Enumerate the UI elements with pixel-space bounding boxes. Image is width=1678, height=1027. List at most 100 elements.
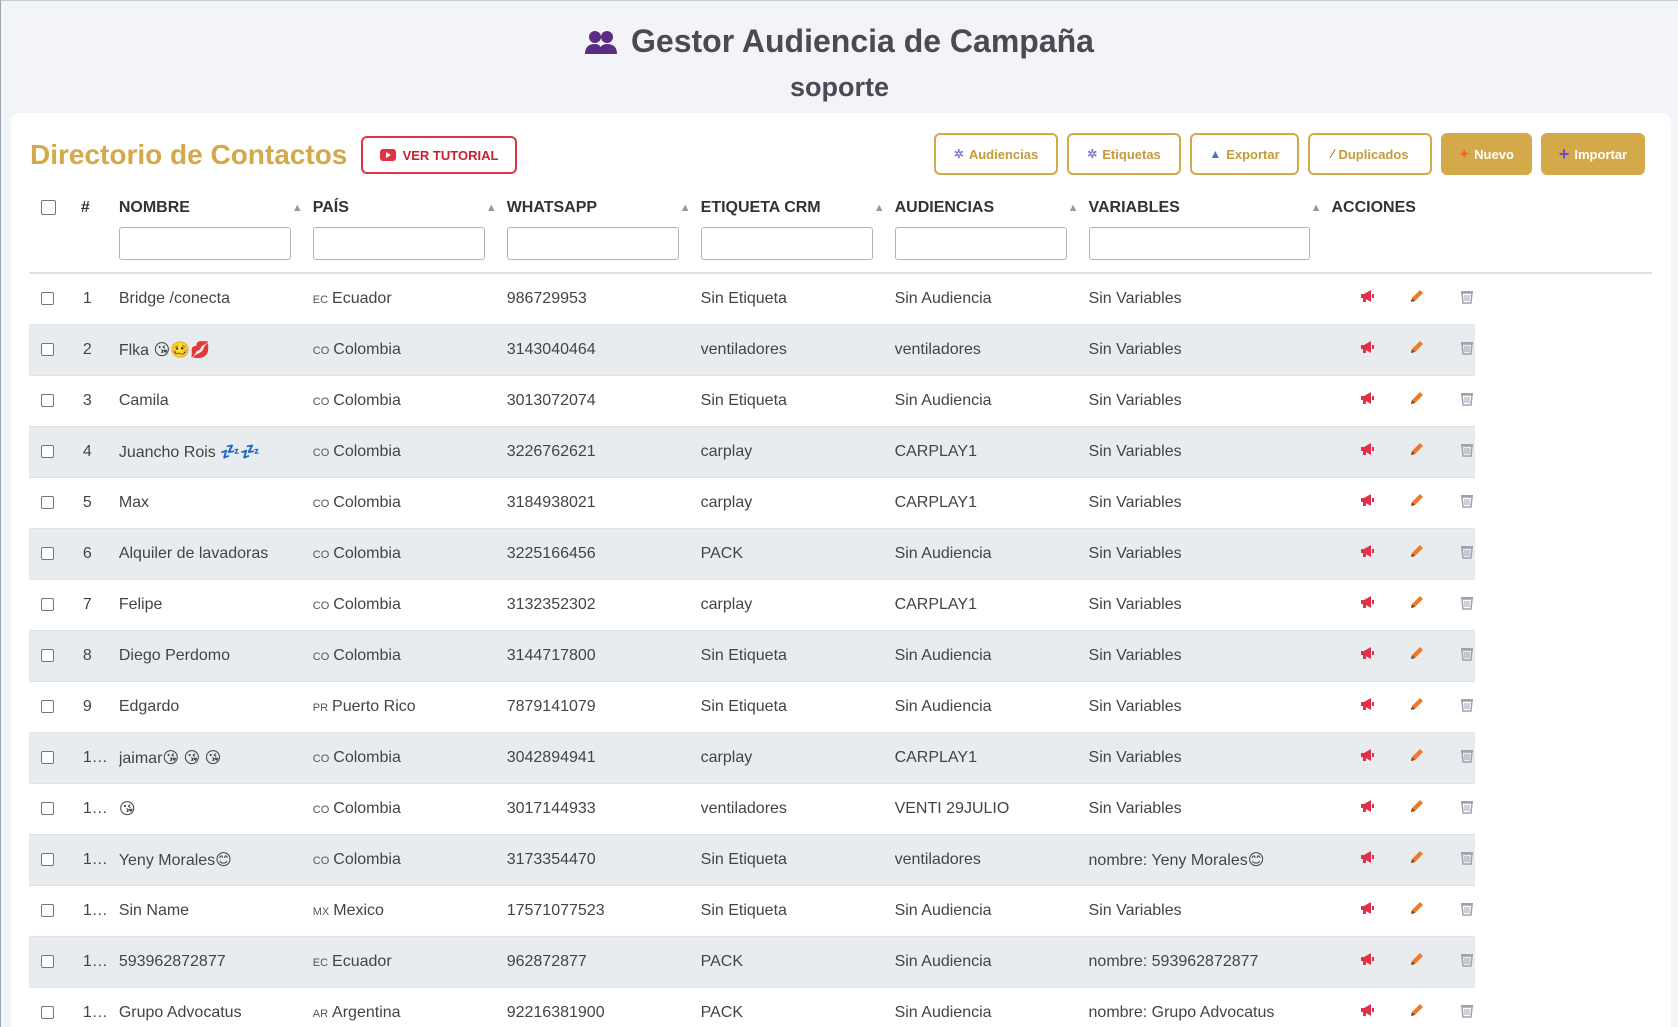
- trash-icon[interactable]: [1459, 645, 1475, 666]
- megaphone-icon[interactable]: [1359, 492, 1375, 513]
- row-num: 9: [67, 681, 119, 733]
- pencil-icon[interactable]: [1409, 900, 1425, 921]
- pencil-icon[interactable]: [1409, 492, 1425, 513]
- trash-icon[interactable]: [1459, 747, 1475, 768]
- row-whatsapp: 3132352302: [506, 579, 701, 631]
- row-nombre: jaimar😘 😘 😘: [118, 732, 313, 784]
- sort-icon[interactable]: ▲: [1311, 202, 1322, 214]
- megaphone-icon[interactable]: [1359, 339, 1375, 360]
- row-checkbox[interactable]: [41, 699, 54, 713]
- filter-etiqueta-input[interactable]: [700, 227, 873, 260]
- exportar-button[interactable]: ▲ Exportar: [1190, 133, 1299, 175]
- pencil-icon[interactable]: [1409, 390, 1425, 411]
- country-code: CO: [312, 752, 330, 765]
- filter-audiencias-input[interactable]: [894, 227, 1067, 260]
- megaphone-icon[interactable]: [1359, 543, 1375, 564]
- sort-icon[interactable]: ▲: [680, 202, 691, 214]
- pencil-icon[interactable]: [1409, 747, 1425, 768]
- megaphone-icon[interactable]: [1359, 900, 1375, 921]
- page-header: Gestor Audiencia de Campaña soporte: [1, 1, 1678, 113]
- sort-icon[interactable]: ▲: [874, 202, 885, 214]
- row-checkbox[interactable]: [41, 292, 54, 306]
- megaphone-icon[interactable]: [1359, 849, 1375, 870]
- row-checkbox[interactable]: [41, 954, 54, 968]
- duplicados-button[interactable]: ⁄ Duplicados: [1308, 133, 1432, 175]
- trash-icon[interactable]: [1459, 288, 1475, 309]
- row-checkbox[interactable]: [41, 903, 54, 917]
- row-checkbox[interactable]: [41, 495, 54, 509]
- pencil-icon[interactable]: [1409, 798, 1425, 819]
- importar-button[interactable]: + Importar: [1541, 133, 1645, 175]
- megaphone-icon[interactable]: [1359, 441, 1375, 462]
- trash-icon[interactable]: [1459, 390, 1475, 411]
- header-select-all-cell: [29, 185, 68, 274]
- sort-icon[interactable]: ▲: [486, 202, 497, 214]
- trash-icon[interactable]: [1459, 951, 1475, 972]
- filter-pais-input[interactable]: [312, 227, 485, 260]
- trash-icon[interactable]: [1459, 594, 1475, 615]
- trash-icon[interactable]: [1459, 696, 1475, 717]
- pencil-icon[interactable]: [1409, 1002, 1425, 1023]
- row-pais-cell: CO Colombia: [312, 834, 507, 886]
- row-pais-cell: EC Ecuador: [312, 273, 507, 325]
- megaphone-icon[interactable]: [1359, 645, 1375, 666]
- pencil-icon[interactable]: [1409, 339, 1425, 360]
- gear-icon: ✲: [953, 147, 964, 161]
- select-all-checkbox[interactable]: [41, 200, 56, 216]
- megaphone-icon[interactable]: [1359, 951, 1375, 972]
- row-whatsapp: 17571077523: [506, 885, 701, 937]
- row-audiencia: Sin Audiencia: [894, 273, 1089, 325]
- row-checkbox[interactable]: [41, 444, 54, 458]
- row-spacer: [1475, 834, 1652, 885]
- sort-icon[interactable]: ▲: [292, 202, 303, 214]
- audiencias-button[interactable]: ✲ Audiencias: [934, 133, 1058, 175]
- filter-variables-input[interactable]: [1088, 227, 1310, 260]
- pencil-icon[interactable]: [1409, 849, 1425, 870]
- trash-icon[interactable]: [1459, 798, 1475, 819]
- trash-icon[interactable]: [1459, 543, 1475, 564]
- row-whatsapp: 3143040464: [506, 324, 701, 376]
- row-checkbox[interactable]: [41, 546, 54, 560]
- nuevo-button[interactable]: ✦ Nuevo: [1441, 133, 1532, 175]
- megaphone-icon[interactable]: [1359, 696, 1375, 717]
- etiquetas-button[interactable]: ✲ Etiquetas: [1067, 133, 1181, 175]
- megaphone-icon[interactable]: [1359, 747, 1375, 768]
- trash-icon[interactable]: [1459, 900, 1475, 921]
- row-checkbox[interactable]: [41, 648, 54, 662]
- filter-nombre-input[interactable]: [118, 227, 291, 260]
- megaphone-icon[interactable]: [1359, 1002, 1375, 1023]
- pencil-icon[interactable]: [1409, 696, 1425, 717]
- pencil-icon[interactable]: [1409, 543, 1425, 564]
- table-row: 5 Max CO Colombia 3184938021 carplay CARPLAY1 S…: [29, 477, 1652, 529]
- row-checkbox[interactable]: [41, 597, 54, 611]
- row-actions-cell: [1331, 426, 1476, 478]
- row-checkbox[interactable]: [41, 1005, 54, 1019]
- megaphone-icon[interactable]: [1359, 594, 1375, 615]
- megaphone-icon[interactable]: [1359, 288, 1375, 309]
- pencil-icon[interactable]: [1409, 594, 1425, 615]
- row-spacer: [1475, 783, 1652, 834]
- sort-icon[interactable]: ▲: [1068, 202, 1079, 214]
- pencil-icon[interactable]: [1409, 645, 1425, 666]
- row-pais: Colombia: [333, 340, 401, 358]
- row-checkbox[interactable]: [41, 750, 54, 764]
- trash-icon[interactable]: [1459, 849, 1475, 870]
- megaphone-icon[interactable]: [1359, 390, 1375, 411]
- row-checkbox[interactable]: [41, 852, 54, 866]
- megaphone-icon[interactable]: [1359, 798, 1375, 819]
- row-checkbox[interactable]: [41, 393, 54, 407]
- filter-whatsapp-input[interactable]: [506, 227, 679, 260]
- tutorial-button[interactable]: VER TUTORIAL: [361, 136, 517, 174]
- trash-icon[interactable]: [1459, 492, 1475, 513]
- trash-icon[interactable]: [1459, 339, 1475, 360]
- trash-icon[interactable]: [1459, 441, 1475, 462]
- pencil-icon[interactable]: [1409, 951, 1425, 972]
- row-checkbox[interactable]: [41, 801, 54, 815]
- row-checkbox[interactable]: [41, 342, 54, 356]
- row-spacer: [1475, 732, 1652, 783]
- pencil-icon[interactable]: [1409, 288, 1425, 309]
- trash-icon[interactable]: [1459, 1002, 1475, 1023]
- row-whatsapp: 3013072074: [506, 375, 701, 427]
- pencil-icon[interactable]: [1409, 441, 1425, 462]
- row-pais-cell: EC Ecuador: [312, 936, 507, 988]
